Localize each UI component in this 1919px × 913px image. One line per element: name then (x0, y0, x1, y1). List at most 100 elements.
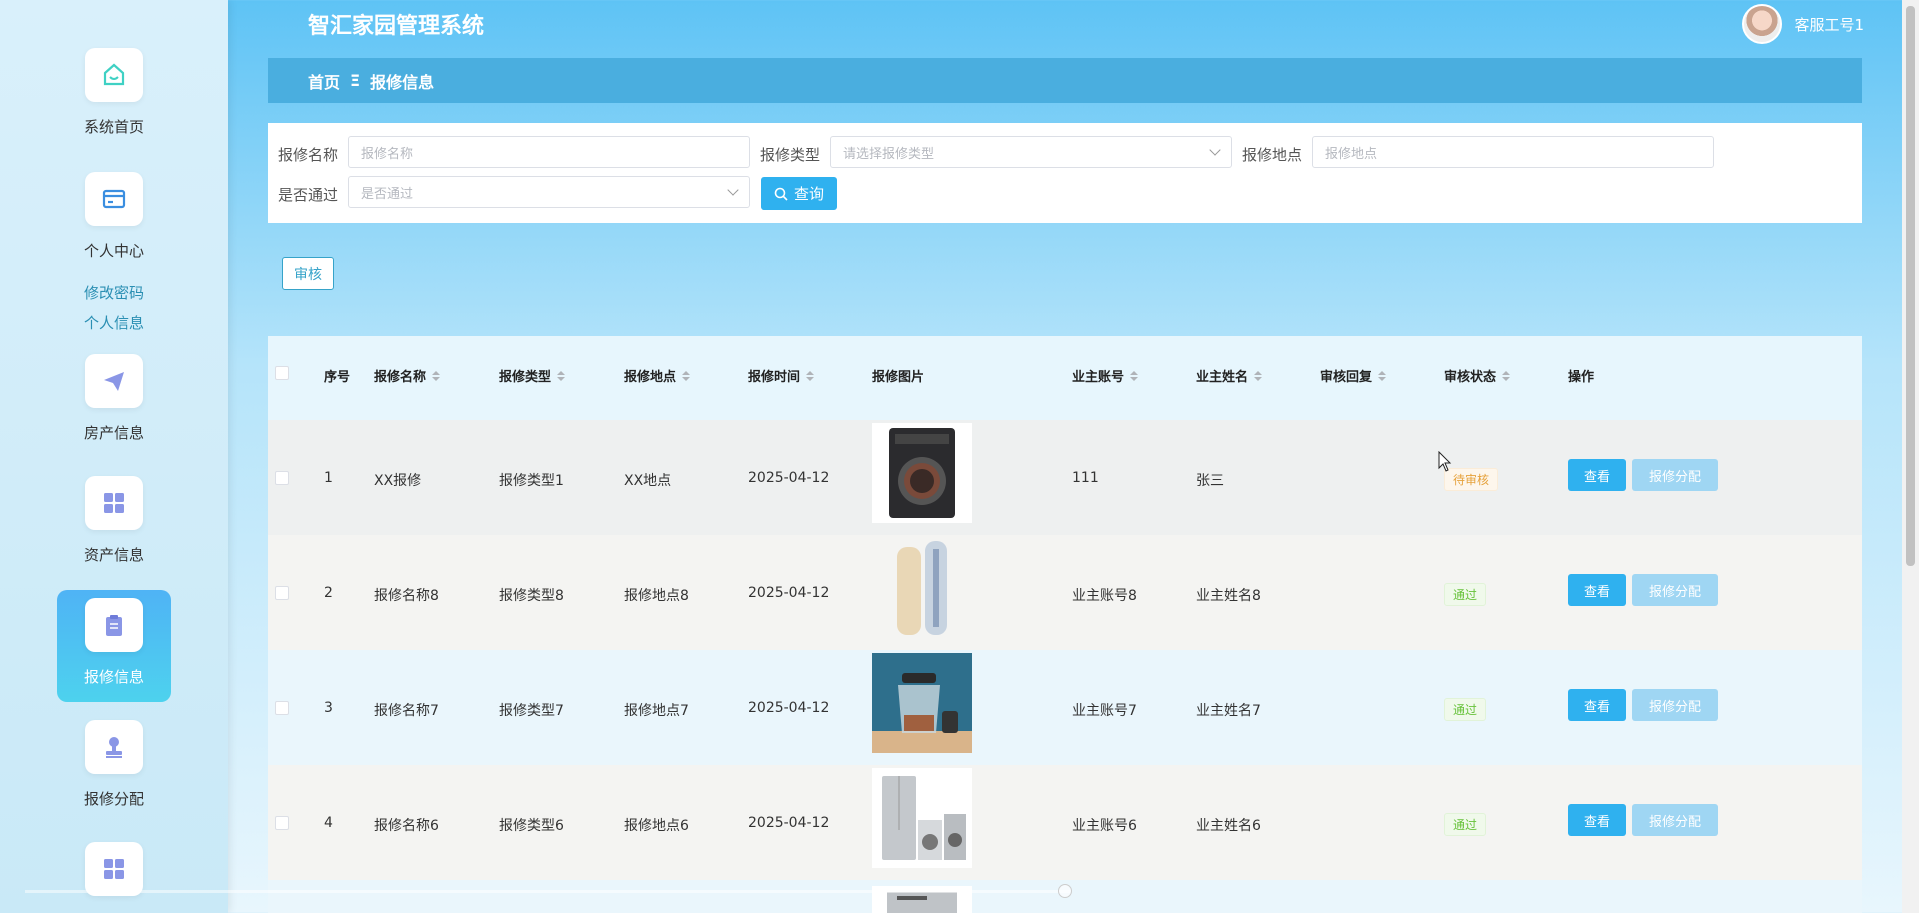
col-repair-time[interactable]: 报修时间 (748, 366, 815, 385)
sort-icon (432, 370, 441, 381)
row-repair-location: XX地点 (624, 473, 672, 489)
sort-icon (1130, 370, 1139, 381)
avatar[interactable] (1742, 4, 1783, 44)
row-repair-type: 报修类型1 (499, 473, 564, 489)
table-header: 序号 报修名称 报修类型 报修地点 报修时间 报修图片 业主账号 业主姓名 审核… (268, 336, 1862, 420)
horizontal-scrollbar[interactable] (25, 890, 1070, 893)
view-button[interactable]: 查看 (1568, 804, 1626, 836)
breadcrumb: 首页 Ξ 报修信息 (268, 58, 1862, 103)
sidebar-item-repair-assign[interactable]: 报修分配 (57, 720, 171, 809)
status-badge: 通过 (1444, 813, 1487, 836)
row-owner-account: 111 (1072, 470, 1099, 486)
select-all-checkbox[interactable] (275, 366, 289, 380)
repair-type-select[interactable]: 请选择报修类型 (830, 136, 1232, 168)
col-audit-status[interactable]: 审核状态 (1444, 366, 1511, 385)
sidebar-sublink-personal-info[interactable]: 个人信息 (57, 312, 171, 333)
row-owner-name: 业主姓名7 (1196, 703, 1261, 719)
assign-button[interactable]: 报修分配 (1632, 804, 1718, 836)
view-button[interactable]: 查看 (1568, 689, 1626, 721)
table-row: 3 报修名称7 报修类型7 报修地点7 2025-04-12 业主账号7 业主姓… (268, 650, 1862, 765)
row-index: 2 (324, 585, 333, 601)
view-button[interactable]: 查看 (1568, 574, 1626, 606)
sidebar-item-more[interactable] (57, 842, 171, 896)
row-repair-type: 报修类型6 (499, 818, 564, 834)
washing-machine-image[interactable] (872, 423, 972, 523)
sidebar-sublink-change-password[interactable]: 修改密码 (57, 282, 171, 303)
col-owner-name[interactable]: 业主姓名 (1196, 366, 1263, 385)
sidebar-item-label: 个人中心 (83, 242, 144, 260)
row-repair-location: 报修地点6 (624, 818, 689, 834)
table-row: 2 报修名称8 报修类型8 报修地点8 2025-04-12 业主账号8 业主姓… (268, 535, 1862, 650)
app-title: 智汇家园管理系统 (308, 14, 485, 39)
scroll-handle[interactable] (1058, 884, 1072, 898)
row-repair-time: 2025-04-12 (748, 815, 830, 831)
repair-name-input[interactable]: 报修名称 (348, 136, 750, 168)
row-repair-time: 2025-04-12 (748, 470, 830, 486)
row-checkbox[interactable] (275, 471, 289, 485)
row-owner-account: 业主账号6 (1072, 818, 1137, 834)
status-badge: 通过 (1444, 698, 1487, 721)
col-audit-reply[interactable]: 审核回复 (1320, 366, 1387, 385)
row-repair-type: 报修类型7 (499, 703, 564, 719)
assign-button[interactable]: 报修分配 (1632, 689, 1718, 721)
sidebar-item-repair-info[interactable]: 报修信息 (57, 590, 171, 702)
scrollbar-thumb[interactable] (1906, 6, 1915, 566)
sort-icon (1502, 370, 1511, 381)
sidebar-item-label: 报修分配 (83, 790, 144, 808)
row-checkbox[interactable] (275, 816, 289, 830)
row-repair-name: 报修名称8 (374, 588, 439, 604)
row-index: 3 (324, 700, 333, 716)
send-icon (85, 354, 143, 408)
row-repair-name: XX报修 (374, 473, 422, 489)
row-index: 4 (324, 815, 333, 831)
repair-location-input[interactable]: 报修地点 (1312, 136, 1714, 168)
repair-table: 序号 报修名称 报修类型 报修地点 报修时间 报修图片 业主账号 业主姓名 审核… (268, 336, 1862, 913)
col-repair-location[interactable]: 报修地点 (624, 366, 691, 385)
col-repair-name[interactable]: 报修名称 (374, 366, 441, 385)
sidebar-item-label: 系统首页 (83, 118, 144, 136)
sort-icon (1254, 370, 1263, 381)
breadcrumb-home[interactable]: 首页 (308, 69, 340, 93)
stamp-icon (85, 720, 143, 774)
audit-button[interactable]: 审核 (282, 257, 334, 290)
row-owner-name: 业主姓名6 (1196, 818, 1261, 834)
sidebar-item-assets[interactable]: 资产信息 (57, 476, 171, 565)
repair-location-label: 报修地点 (1242, 146, 1303, 164)
passed-select[interactable]: 是否通过 (348, 176, 750, 208)
repair-name-label: 报修名称 (278, 146, 339, 164)
row-checkbox[interactable] (275, 586, 289, 600)
col-repair-image: 报修图片 (872, 370, 925, 385)
status-badge: 通过 (1444, 583, 1487, 606)
col-owner-account[interactable]: 业主账号 (1072, 366, 1139, 385)
sidebar-item-property[interactable]: 房产信息 (57, 354, 171, 443)
sidebar-item-profile[interactable]: 个人中心 (57, 172, 171, 261)
assign-button[interactable]: 报修分配 (1632, 459, 1718, 491)
repair-type-label: 报修类型 (760, 146, 821, 164)
row-repair-location: 报修地点8 (624, 588, 689, 604)
chevron-down-icon (1209, 144, 1221, 156)
sidebar-item-home[interactable]: 系统首页 (57, 48, 171, 137)
row-repair-location: 报修地点7 (624, 703, 689, 719)
appliances-image[interactable] (872, 768, 972, 868)
home-icon (85, 48, 143, 102)
mouse-cursor-icon (1438, 451, 1452, 472)
vertical-scrollbar[interactable] (1902, 0, 1919, 913)
query-button[interactable]: 查询 (761, 177, 837, 210)
row-repair-time: 2025-04-12 (748, 700, 830, 716)
row-checkbox[interactable] (275, 701, 289, 715)
food-processor-image[interactable] (872, 653, 972, 753)
col-repair-type[interactable]: 报修类型 (499, 366, 566, 385)
sidebar-item-label: 报修信息 (83, 668, 144, 686)
row-repair-time: 2025-04-12 (748, 585, 830, 601)
user-menu[interactable]: 客服工号1 (1742, 4, 1864, 44)
row-owner-account: 业主账号8 (1072, 588, 1137, 604)
view-button[interactable]: 查看 (1568, 459, 1626, 491)
user-name[interactable]: 客服工号1 (1794, 14, 1864, 35)
row-repair-name: 报修名称6 (374, 818, 439, 834)
clipboard-icon (85, 598, 143, 652)
row-owner-account: 业主账号7 (1072, 703, 1137, 719)
air-conditioner-image[interactable] (872, 538, 972, 638)
assign-button[interactable]: 报修分配 (1632, 574, 1718, 606)
row-index: 1 (324, 470, 333, 486)
grid-icon (85, 842, 143, 896)
